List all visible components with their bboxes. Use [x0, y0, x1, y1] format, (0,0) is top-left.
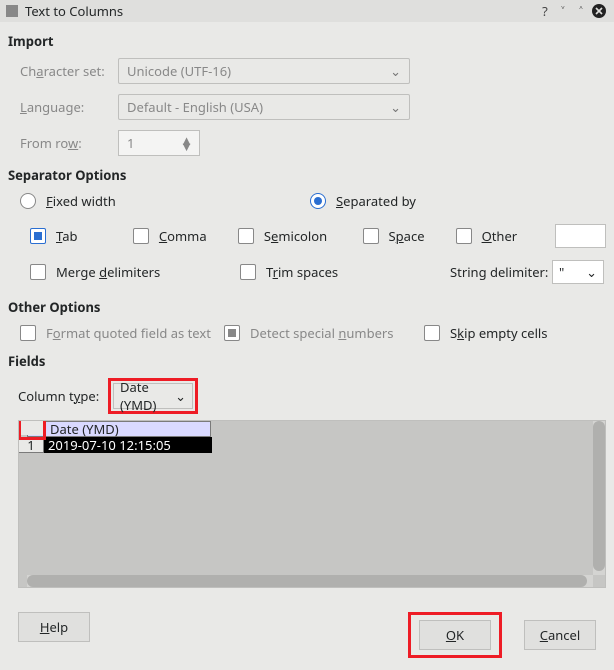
trim-spaces-checkbox[interactable]: [240, 264, 256, 280]
charset-label: Character set:: [8, 62, 118, 80]
merge-delimiters-label: Merge delimiters: [56, 263, 160, 281]
fixed-width-label: Fixed width: [46, 192, 116, 210]
detect-numbers-checkbox[interactable]: [224, 325, 240, 341]
separated-by-radio[interactable]: [310, 193, 326, 209]
spin-buttons[interactable]: ▲▼: [180, 137, 193, 149]
semicolon-checkbox[interactable]: [238, 228, 254, 244]
format-quoted-checkbox[interactable]: [20, 325, 36, 341]
help-titlebar-icon[interactable]: ?: [536, 2, 554, 20]
tab-label: Tab: [56, 227, 78, 245]
other-checkbox[interactable]: [456, 228, 472, 244]
table-row: 1 2019-07-10 12:15:05: [18, 437, 212, 453]
string-delimiter-select[interactable]: " ⌄: [552, 260, 604, 284]
chevron-down-icon: ⌄: [390, 98, 401, 116]
fromrow-value: 1: [127, 134, 134, 152]
section-import: Import: [8, 32, 606, 50]
app-icon: [6, 5, 18, 17]
tab-checkbox[interactable]: [30, 228, 46, 244]
horizontal-scrollbar[interactable]: [27, 575, 593, 587]
preview-table[interactable]: Date (YMD) 1 2019-07-10 12:15:05: [18, 420, 606, 588]
fromrow-label: From row:: [8, 134, 118, 152]
language-select[interactable]: Default - English (USA) ⌄: [118, 94, 410, 120]
chevron-down-icon: ⌄: [175, 387, 186, 405]
space-checkbox[interactable]: [363, 228, 379, 244]
maximize-icon[interactable]: ˄: [572, 2, 590, 20]
string-delimiter-label: String delimiter:: [450, 263, 552, 281]
help-button[interactable]: Help: [18, 612, 90, 642]
separated-by-label: Separated by: [336, 192, 416, 210]
highlight-ok: OK: [408, 612, 502, 658]
section-fields: Fields: [8, 352, 606, 370]
close-icon[interactable]: [590, 4, 608, 18]
language-label: Language:: [8, 98, 118, 116]
skip-empty-checkbox[interactable]: [424, 325, 440, 341]
section-separator: Separator Options: [8, 166, 606, 184]
column-type-label: Column type:: [18, 387, 108, 405]
chevron-down-icon: ⌄: [586, 263, 597, 281]
chevron-down-icon: ⌄: [390, 62, 401, 80]
preview-column-header[interactable]: Date (YMD): [27, 421, 211, 437]
fromrow-spinbox[interactable]: 1 ▲▼: [118, 130, 200, 156]
detect-numbers-label: Detect special numbers: [250, 324, 394, 342]
charset-select[interactable]: Unicode (UTF-16) ⌄: [118, 58, 410, 84]
comma-checkbox[interactable]: [133, 228, 149, 244]
other-label: Other: [482, 227, 518, 245]
highlight-column-header: [18, 420, 46, 440]
ok-button[interactable]: OK: [419, 620, 491, 650]
space-label: Space: [389, 227, 425, 245]
cancel-button[interactable]: Cancel: [524, 620, 596, 650]
preview-cell: 2019-07-10 12:15:05: [44, 437, 212, 453]
minimize-icon[interactable]: ˅: [554, 2, 572, 20]
column-type-select[interactable]: Date (YMD) ⌄: [113, 383, 193, 409]
highlight-column-type: Date (YMD) ⌄: [108, 378, 198, 414]
section-other: Other Options: [8, 298, 606, 316]
format-quoted-label: Format quoted field as text: [46, 324, 211, 342]
titlebar: Text to Columns ? ˅ ˄: [0, 0, 614, 22]
fixed-width-radio[interactable]: [20, 193, 36, 209]
language-value: Default - English (USA): [127, 98, 263, 116]
merge-delimiters-checkbox[interactable]: [30, 264, 46, 280]
skip-empty-label: Skip empty cells: [450, 324, 548, 342]
trim-spaces-label: Trim spaces: [266, 263, 338, 281]
semicolon-label: Semicolon: [264, 227, 327, 245]
charset-value: Unicode (UTF-16): [127, 62, 231, 80]
vertical-scrollbar[interactable]: [593, 421, 605, 575]
comma-label: Comma: [159, 227, 207, 245]
window-title: Text to Columns: [25, 2, 536, 20]
other-separator-input[interactable]: [555, 224, 606, 248]
